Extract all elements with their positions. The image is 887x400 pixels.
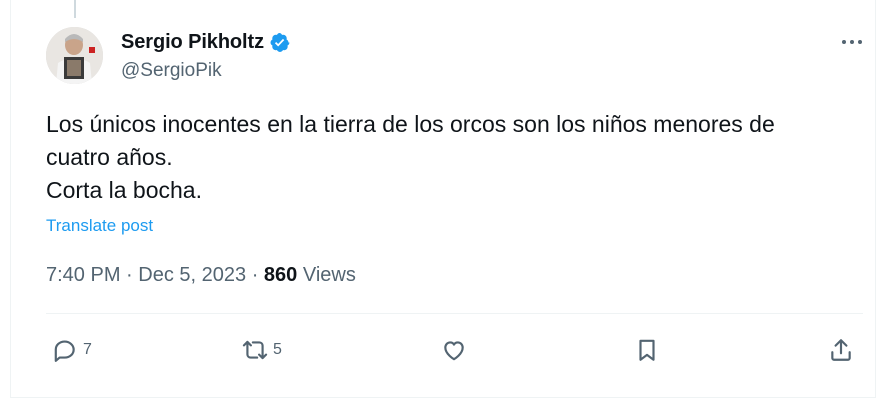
tweet-text-line: Corta la bocha.: [46, 177, 202, 203]
reply-count: 7: [83, 341, 92, 358]
translate-post-link[interactable]: Translate post: [46, 216, 153, 236]
bookmark-button[interactable]: [634, 330, 660, 370]
divider: [46, 313, 863, 314]
like-button[interactable]: [441, 330, 467, 370]
tweet-metadata: 7:40 PM · Dec 5, 2023 · 860 Views: [46, 264, 356, 287]
tweet-text: Los únicos inocentes en la tierra de los…: [46, 108, 856, 207]
reply-button[interactable]: 7: [52, 330, 92, 370]
author-name-row: Sergio Pikholtz: [121, 30, 290, 54]
meta-separator: ·: [126, 264, 139, 286]
tweet-card: Sergio Pikholtz @SergioPik Los únicos in…: [10, 0, 876, 398]
avatar[interactable]: [46, 27, 103, 84]
verified-badge-icon: [269, 32, 290, 53]
heart-icon: [444, 341, 464, 361]
thread-connector-line: [74, 0, 76, 18]
reply-icon: [54, 340, 75, 362]
tweet-time[interactable]: 7:40 PM: [46, 264, 120, 286]
author-display-name[interactable]: Sergio Pikholtz: [121, 31, 264, 54]
tweet-date[interactable]: Dec 5, 2023: [138, 264, 246, 286]
share-icon: [831, 339, 851, 361]
tweet-text-line: Los únicos inocentes en la tierra de los…: [46, 111, 775, 137]
share-button[interactable]: [828, 330, 854, 370]
more-dots-icon: [842, 40, 862, 44]
views-label: Views: [302, 264, 356, 286]
retweet-button[interactable]: 5: [242, 330, 282, 370]
meta-separator: ·: [251, 264, 264, 286]
tweet-text-line: cuatro años.: [46, 144, 173, 170]
author-handle[interactable]: @SergioPik: [121, 60, 222, 82]
action-bar: 7 5: [46, 330, 863, 370]
bookmark-icon: [639, 339, 655, 361]
views-count: 860: [263, 264, 303, 286]
more-options-button[interactable]: [837, 30, 867, 54]
retweet-icon: [242, 340, 268, 360]
retweet-count: 5: [273, 341, 282, 358]
